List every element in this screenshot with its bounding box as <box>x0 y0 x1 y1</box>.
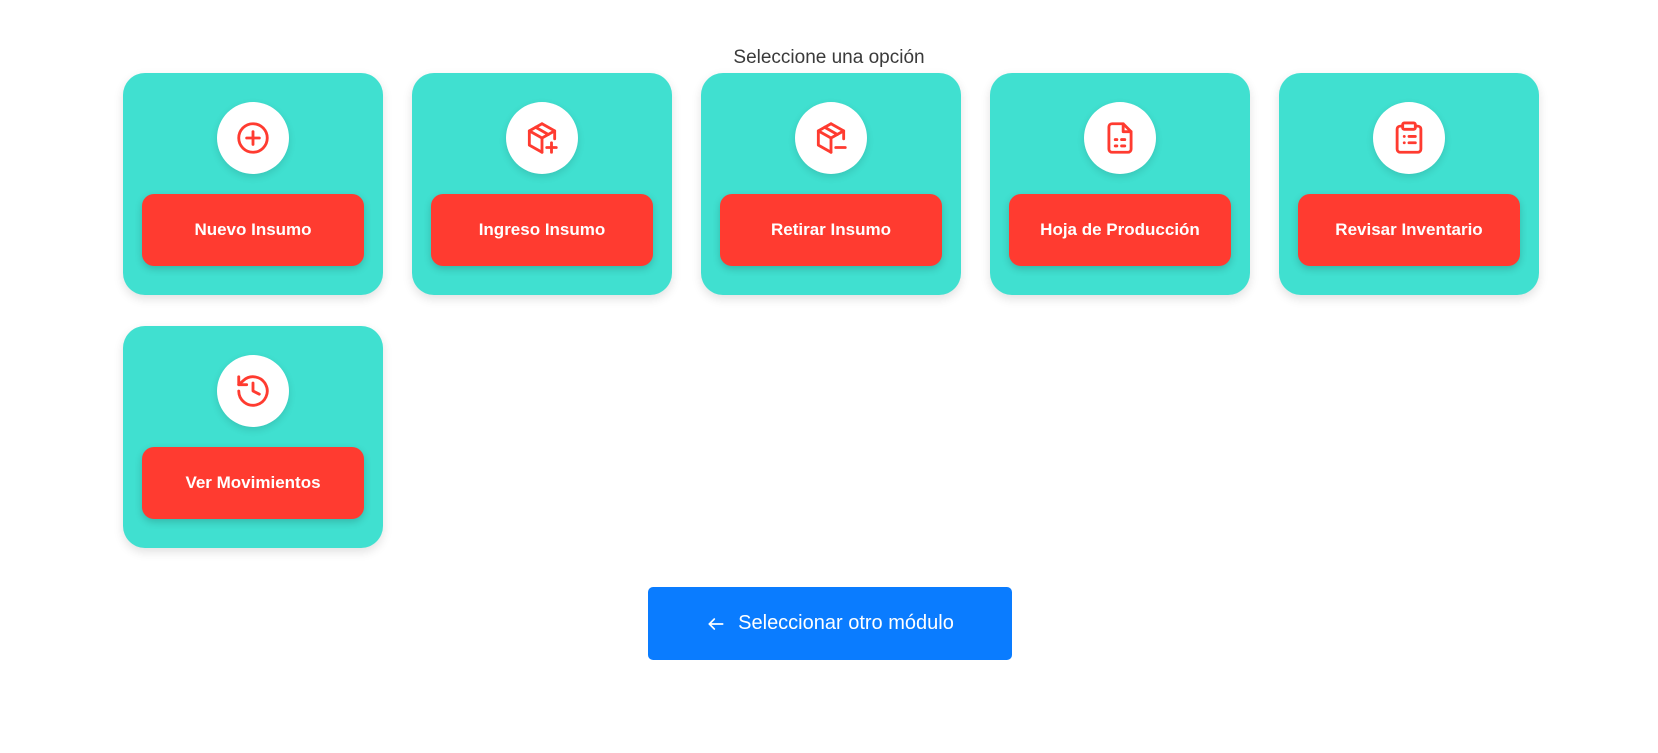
history-icon <box>237 375 269 407</box>
icon-badge <box>217 355 289 427</box>
option-card-nuevo-insumo[interactable]: Nuevo Insumo <box>123 73 383 295</box>
options-grid: Nuevo Insumo Ingreso Insumo Retirar Insu… <box>123 73 1539 548</box>
icon-badge <box>506 102 578 174</box>
option-card-hoja-produccion[interactable]: Hoja de Producción <box>990 73 1250 295</box>
ingreso-insumo-button[interactable]: Ingreso Insumo <box>431 194 653 266</box>
page-subtitle: Seleccione una opción <box>733 47 925 68</box>
nuevo-insumo-button[interactable]: Nuevo Insumo <box>142 194 364 266</box>
option-card-ver-movimientos[interactable]: Ver Movimientos <box>123 326 383 548</box>
back-button-label: Seleccionar otro módulo <box>738 612 954 634</box>
arrow-left-icon <box>708 617 724 630</box>
hoja-produccion-button[interactable]: Hoja de Producción <box>1009 194 1231 266</box>
ver-movimientos-button[interactable]: Ver Movimientos <box>142 447 364 519</box>
select-other-module-button[interactable]: Seleccionar otro módulo <box>648 587 1012 660</box>
package-plus-icon <box>527 122 558 154</box>
icon-badge <box>1373 102 1445 174</box>
module-page: Seleccione una opción Nuevo Insumo Ingre… <box>0 0 1658 753</box>
icon-badge <box>1084 102 1156 174</box>
icon-badge <box>795 102 867 174</box>
plus-circle-icon <box>237 122 269 154</box>
package-minus-icon <box>816 122 847 154</box>
clipboard-list-icon <box>1395 121 1423 154</box>
retirar-insumo-button[interactable]: Retirar Insumo <box>720 194 942 266</box>
option-card-revisar-inventario[interactable]: Revisar Inventario <box>1279 73 1539 295</box>
revisar-inventario-button[interactable]: Revisar Inventario <box>1298 194 1520 266</box>
option-card-retirar-insumo[interactable]: Retirar Insumo <box>701 73 961 295</box>
document-list-icon <box>1107 122 1133 154</box>
option-card-ingreso-insumo[interactable]: Ingreso Insumo <box>412 73 672 295</box>
icon-badge <box>217 102 289 174</box>
